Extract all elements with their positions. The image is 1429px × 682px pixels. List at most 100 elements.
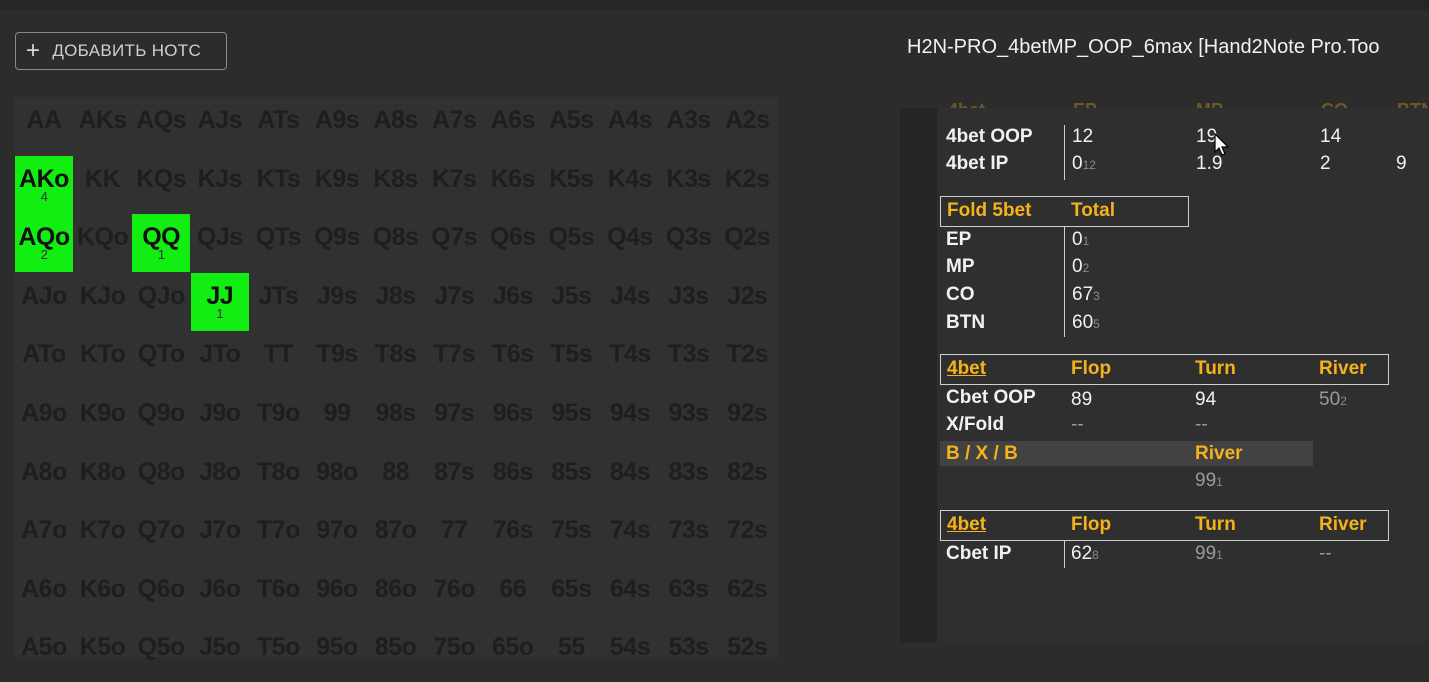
hand-cell-jto[interactable]: JTo (191, 331, 249, 389)
hand-cell-q9s[interactable]: Q9s (308, 214, 366, 272)
hand-cell-qto[interactable]: QTo (132, 331, 190, 389)
hand-cell-q2s[interactable]: Q2s (718, 214, 776, 272)
hand-cell-ato[interactable]: ATo (15, 331, 73, 389)
hand-cell-k9s[interactable]: K9s (308, 156, 366, 214)
hand-cell-54s[interactable]: 54s (601, 624, 659, 682)
hand-cell-86o[interactable]: 86o (367, 566, 425, 624)
hand-cell-q6o[interactable]: Q6o (132, 566, 190, 624)
hand-cell-kjs[interactable]: KJs (191, 156, 249, 214)
hand-cell-t4s[interactable]: T4s (601, 331, 659, 389)
hand-cell-t5s[interactable]: T5s (542, 331, 600, 389)
hand-cell-82s[interactable]: 82s (718, 449, 776, 507)
hand-cell-t6o[interactable]: T6o (249, 566, 307, 624)
hand-cell-j3s[interactable]: J3s (660, 273, 718, 331)
hand-cell-55[interactable]: 55 (542, 624, 600, 682)
hand-cell-76s[interactable]: 76s (484, 507, 542, 565)
hand-cell-a6o[interactable]: A6o (15, 566, 73, 624)
hand-cell-77[interactable]: 77 (425, 507, 483, 565)
hand-cell-k2s[interactable]: K2s (718, 156, 776, 214)
hand-cell-a5o[interactable]: A5o (15, 624, 73, 682)
hand-cell-88[interactable]: 88 (367, 449, 425, 507)
hand-cell-64s[interactable]: 64s (601, 566, 659, 624)
hand-cell-q7s[interactable]: Q7s (425, 214, 483, 272)
hand-cell-kqo[interactable]: KQo (74, 214, 132, 272)
hand-cell-97o[interactable]: 97o (308, 507, 366, 565)
hand-cell-j5s[interactable]: J5s (542, 273, 600, 331)
4bet-ip-block-header[interactable]: 4bet (947, 514, 986, 536)
hand-cell-aks[interactable]: AKs (74, 97, 132, 155)
hand-cell-k7s[interactable]: K7s (425, 156, 483, 214)
hand-cell-98s[interactable]: 98s (367, 390, 425, 448)
hand-cell-85s[interactable]: 85s (542, 449, 600, 507)
hand-cell-k5o[interactable]: K5o (74, 624, 132, 682)
hand-cell-k8o[interactable]: K8o (74, 449, 132, 507)
hand-cell-kjo[interactable]: KJo (74, 273, 132, 331)
hand-cell-ats[interactable]: ATs (249, 97, 307, 155)
hand-cell-a9s[interactable]: A9s (308, 97, 366, 155)
hand-cell-65s[interactable]: 65s (542, 566, 600, 624)
hand-cell-85o[interactable]: 85o (367, 624, 425, 682)
hand-cell-j6s[interactable]: J6s (484, 273, 542, 331)
add-notes-button[interactable]: + ДОБАВИТЬ НОТС (15, 32, 227, 70)
hand-cell-63s[interactable]: 63s (660, 566, 718, 624)
hand-cell-t3s[interactable]: T3s (660, 331, 718, 389)
hand-cell-87o[interactable]: 87o (367, 507, 425, 565)
hand-cell-98o[interactable]: 98o (308, 449, 366, 507)
hand-cell-ajs[interactable]: AJs (191, 97, 249, 155)
hand-cell-a7o[interactable]: A7o (15, 507, 73, 565)
hand-cell-j7o[interactable]: J7o (191, 507, 249, 565)
hand-cell-k8s[interactable]: K8s (367, 156, 425, 214)
hand-cell-k9o[interactable]: K9o (74, 390, 132, 448)
hand-cell-a5s[interactable]: A5s (542, 97, 600, 155)
hand-cell-ako[interactable]: AKo 4 (15, 155, 73, 214)
hand-cell-96s[interactable]: 96s (484, 390, 542, 448)
hand-cell-t6s[interactable]: T6s (484, 331, 542, 389)
hand-cell-a9o[interactable]: A9o (15, 390, 73, 448)
hand-cell-76o[interactable]: 76o (425, 566, 483, 624)
hand-cell-a3s[interactable]: A3s (660, 97, 718, 155)
hand-cell-k6o[interactable]: K6o (74, 566, 132, 624)
hand-cell-66[interactable]: 66 (484, 566, 542, 624)
hand-cell-65o[interactable]: 65o (484, 624, 542, 682)
hand-cell-a4s[interactable]: A4s (601, 97, 659, 155)
hand-cell-aa[interactable]: AA (15, 97, 73, 155)
hand-cell-q4s[interactable]: Q4s (601, 214, 659, 272)
hand-cell-k3s[interactable]: K3s (660, 156, 718, 214)
hand-cell-kqs[interactable]: KQs (132, 156, 190, 214)
hand-cell-95s[interactable]: 95s (542, 390, 600, 448)
hand-cell-j8s[interactable]: J8s (367, 273, 425, 331)
hand-cell-53s[interactable]: 53s (660, 624, 718, 682)
hand-cell-62s[interactable]: 62s (718, 566, 776, 624)
hand-cell-j8o[interactable]: J8o (191, 449, 249, 507)
hand-cell-j9s[interactable]: J9s (308, 273, 366, 331)
hand-cell-q8s[interactable]: Q8s (367, 214, 425, 272)
hand-cell-t5o[interactable]: T5o (249, 624, 307, 682)
hand-cell-aqo[interactable]: AQo 2 (15, 214, 73, 273)
hand-cell-j9o[interactable]: J9o (191, 390, 249, 448)
hand-cell-97s[interactable]: 97s (425, 390, 483, 448)
hand-cell-74s[interactable]: 74s (601, 507, 659, 565)
hand-cell-q6s[interactable]: Q6s (484, 214, 542, 272)
hand-cell-q5o[interactable]: Q5o (132, 624, 190, 682)
hand-cell-j6o[interactable]: J6o (191, 566, 249, 624)
hand-cell-k5s[interactable]: K5s (542, 156, 600, 214)
hand-cell-qq[interactable]: QQ 1 (132, 214, 191, 273)
hand-cell-73s[interactable]: 73s (660, 507, 718, 565)
hand-cell-q3s[interactable]: Q3s (660, 214, 718, 272)
hand-cell-tt[interactable]: TT (249, 331, 307, 389)
hand-cell-a2s[interactable]: A2s (718, 97, 776, 155)
hand-cell-75o[interactable]: 75o (425, 624, 483, 682)
hand-cell-kto[interactable]: KTo (74, 331, 132, 389)
hand-cell-ajo[interactable]: AJo (15, 273, 73, 331)
hand-cell-t7s[interactable]: T7s (425, 331, 483, 389)
hand-cell-94s[interactable]: 94s (601, 390, 659, 448)
hand-cell-j5o[interactable]: J5o (191, 624, 249, 682)
hand-cell-52s[interactable]: 52s (718, 624, 776, 682)
hand-cell-j7s[interactable]: J7s (425, 273, 483, 331)
hand-cell-95o[interactable]: 95o (308, 624, 366, 682)
hand-cell-t7o[interactable]: T7o (249, 507, 307, 565)
hand-cell-t9s[interactable]: T9s (308, 331, 366, 389)
hand-cell-jj[interactable]: JJ 1 (190, 272, 249, 331)
hand-cell-k4s[interactable]: K4s (601, 156, 659, 214)
hand-cell-j4s[interactable]: J4s (601, 273, 659, 331)
